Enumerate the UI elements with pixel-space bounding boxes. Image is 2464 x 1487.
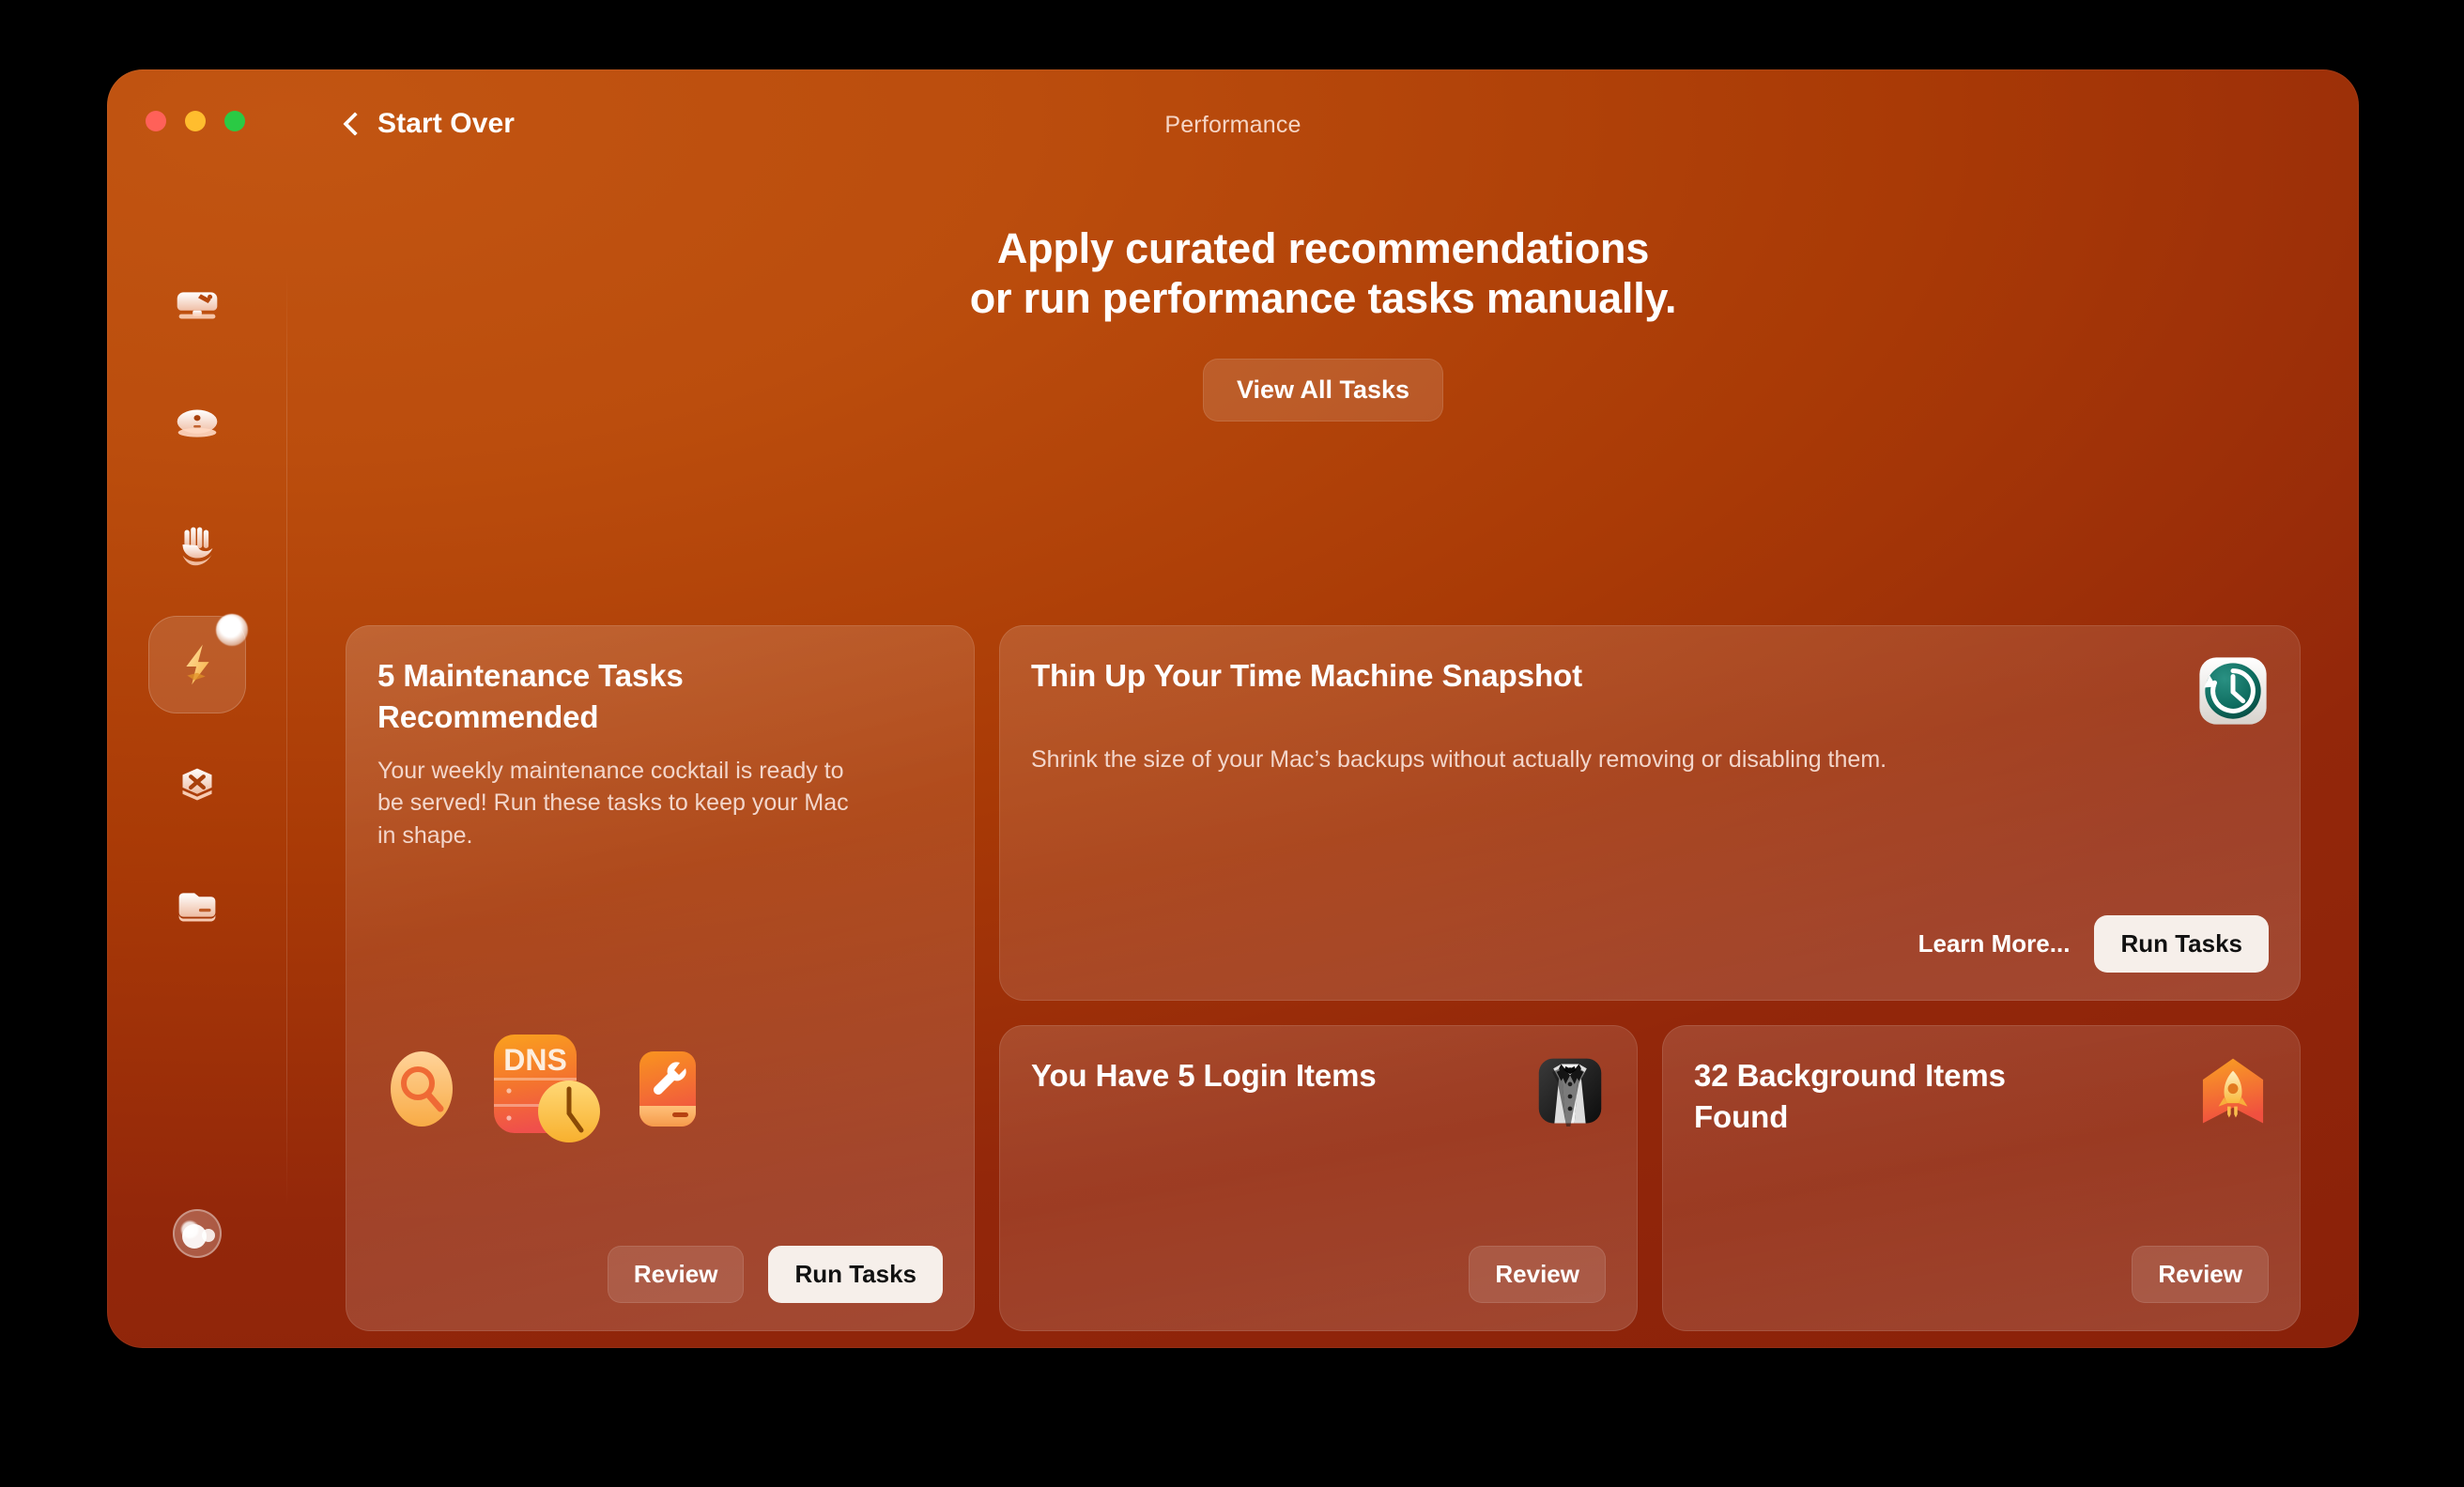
headline-line-2: or run performance tasks manually. xyxy=(969,274,1677,323)
time-machine-card-title: Thin Up Your Time Machine Snapshot xyxy=(1031,658,1582,693)
background-items-card-head: 32 Background Items Found xyxy=(1694,1055,2269,1138)
maintenance-run-tasks-button[interactable]: Run Tasks xyxy=(768,1246,943,1303)
login-items-card-head: You Have 5 Login Items xyxy=(1031,1055,1606,1127)
maintenance-card-title: 5 Maintenance Tasks Recommended xyxy=(377,655,943,738)
time-machine-icon xyxy=(2199,657,2267,725)
background-items-card[interactable]: 32 Background Items Found Review xyxy=(1662,1025,2301,1331)
maintenance-review-button[interactable]: Review xyxy=(607,1246,745,1303)
sidebar xyxy=(107,156,287,1348)
time-machine-learn-more-link[interactable]: Learn More... xyxy=(1918,929,2071,958)
disk-repair-icon xyxy=(639,1051,696,1127)
small-cards-row: You Have 5 Login Items Review 32 Backgro… xyxy=(999,1025,2301,1331)
window-title: Performance xyxy=(1164,112,1301,138)
login-items-review-button[interactable]: Review xyxy=(1469,1246,1606,1303)
sidebar-item-applications[interactable] xyxy=(148,736,246,834)
sidebar-item-performance[interactable] xyxy=(148,614,248,713)
main-content: Apply curated recommendations or run per… xyxy=(287,156,2359,1348)
protection-hand-icon xyxy=(182,527,213,566)
background-items-card-title: 32 Background Items Found xyxy=(1694,1055,2175,1138)
time-machine-card-head: Thin Up Your Time Machine Snapshot xyxy=(1031,655,2269,727)
maintenance-title-line-1: 5 Maintenance Tasks xyxy=(377,658,684,693)
background-items-title-line-2: Found xyxy=(1694,1098,1789,1134)
time-machine-card[interactable]: Thin Up Your Time Machine Snapshot Shrin… xyxy=(999,625,2301,1001)
maintenance-task-icons: DNS xyxy=(381,1029,704,1149)
spotlight-index-icon xyxy=(391,1051,453,1127)
time-machine-run-tasks-button[interactable]: Run Tasks xyxy=(2094,915,2269,973)
title-bar: Start Over Performance xyxy=(107,69,2359,156)
tuxedo-login-items-icon xyxy=(1538,1058,1602,1127)
svg-text:DNS: DNS xyxy=(503,1043,567,1077)
notification-badge-icon xyxy=(216,614,248,646)
my-clutter-folder-icon xyxy=(178,893,216,922)
sidebar-item-protection[interactable] xyxy=(148,496,246,593)
time-machine-card-description: Shrink the size of your Mac’s backups wi… xyxy=(1031,746,1887,773)
cleanup-icon xyxy=(177,409,218,437)
smart-care-icon xyxy=(177,292,218,319)
hero-section: Apply curated recommendations or run per… xyxy=(287,156,2359,422)
login-items-card-footer: Review xyxy=(1469,1246,1606,1303)
sidebar-nav xyxy=(107,255,287,954)
headline-line-1: Apply curated recommendations xyxy=(996,224,1650,272)
app-window: Start Over Performance Apply curated rec… xyxy=(107,69,2359,1348)
background-items-title-line-1: 32 Background Items xyxy=(1694,1058,2006,1093)
maintenance-tasks-card[interactable]: 5 Maintenance Tasks Recommended Your wee… xyxy=(346,625,975,1331)
background-items-review-button[interactable]: Review xyxy=(2132,1246,2269,1303)
performance-lightning-icon xyxy=(186,644,209,685)
applications-icon xyxy=(182,768,212,801)
sidebar-item-my-clutter[interactable] xyxy=(148,856,246,954)
rocket-background-items-icon xyxy=(2202,1058,2264,1124)
maintenance-title-line-2: Recommended xyxy=(377,698,599,734)
sidebar-item-smart-care[interactable] xyxy=(148,255,246,353)
maintenance-card-footer: Review Run Tasks xyxy=(607,1246,943,1303)
time-machine-card-footer: Learn More... Run Tasks xyxy=(1918,915,2269,973)
login-items-card[interactable]: You Have 5 Login Items Review xyxy=(999,1025,1638,1331)
view-all-tasks-button[interactable]: View All Tasks xyxy=(1202,359,1444,422)
maintenance-card-description: Your weekly maintenance cocktail is read… xyxy=(377,757,849,849)
dns-cache-icon: DNS xyxy=(494,1035,600,1142)
background-items-card-footer: Review xyxy=(2132,1246,2269,1303)
account-avatar[interactable] xyxy=(173,1209,222,1258)
page-headline: Apply curated recommendations or run per… xyxy=(287,223,2359,323)
account-section xyxy=(107,1209,287,1258)
sidebar-item-cleanup[interactable] xyxy=(148,376,246,473)
login-items-card-title: You Have 5 Login Items xyxy=(1031,1058,1377,1093)
cards-grid: 5 Maintenance Tasks Recommended Your wee… xyxy=(346,625,2301,1331)
